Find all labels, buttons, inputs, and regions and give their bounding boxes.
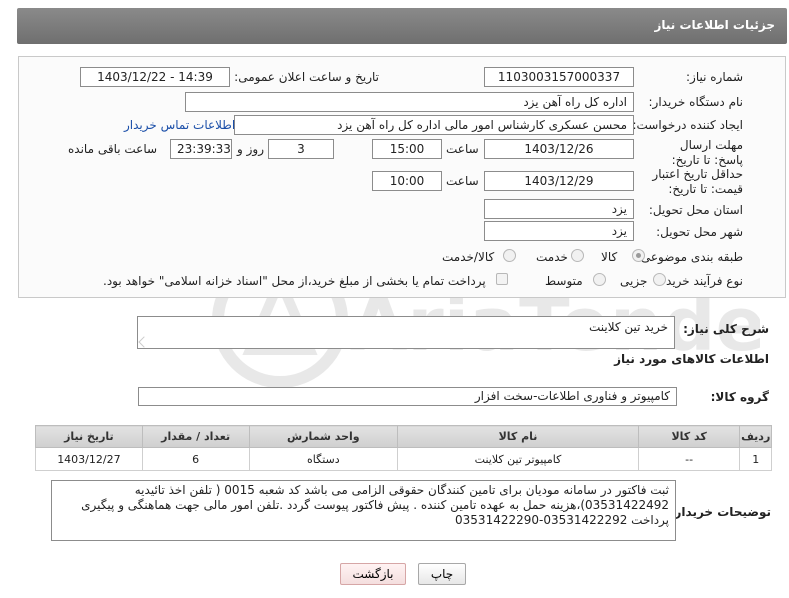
category-radio-goods-service[interactable] — [503, 249, 516, 262]
price-validity-date-field: 1403/12/29 — [484, 171, 634, 191]
category-radio-service[interactable] — [571, 249, 584, 262]
buyer-org-field: اداره کل راه آهن یزد — [185, 92, 634, 112]
table-row: 1 -- کامپیوتر تین کلاینت دستگاه 6 1403/1… — [35, 447, 772, 471]
goods-table: ردیف کد کالا نام کالا واحد شمارش تعداد /… — [35, 425, 772, 471]
category-option-goods: کالا — [601, 250, 618, 264]
category-option-service: خدمت — [536, 250, 568, 264]
delivery-city-label: شهر محل تحویل: — [656, 225, 743, 239]
goods-group-field: کامپیوتر و فناوری اطلاعات-سخت افزار — [138, 387, 677, 406]
table-header-row: ردیف کد کالا نام کالا واحد شمارش تعداد /… — [35, 425, 772, 448]
price-validity-time-field: 10:00 — [372, 171, 442, 191]
purchase-type-radio-minor[interactable] — [653, 273, 666, 286]
reply-deadline-time-field: 15:00 — [372, 139, 442, 159]
page-header: جزئیات اطلاعات نیاز — [17, 8, 787, 44]
col-row-number: ردیف — [739, 425, 772, 448]
purchase-type-option-minor: جزیی — [620, 274, 648, 288]
purchase-type-radio-medium[interactable] — [593, 273, 606, 286]
price-validity-label: حداقل تاریخ اعتبار قیمت: تا تاریخ: — [652, 167, 743, 196]
need-number-label: شماره نیاز: — [686, 70, 743, 84]
days-field: 3 — [268, 139, 334, 159]
requester-label: ایجاد کننده درخواست: — [632, 118, 743, 132]
delivery-province-label: استان محل تحویل: — [648, 203, 743, 217]
cell-unit: دستگاه — [248, 447, 399, 471]
need-number-field: 1103003157000337 — [484, 67, 634, 87]
announce-datetime-field: 1403/12/22 - 14:39 — [80, 67, 230, 87]
reply-deadline-date-field: 1403/12/26 — [484, 139, 634, 159]
resize-grip-icon — [138, 336, 150, 348]
days-label: روز و — [237, 142, 264, 156]
requester-field: محسن عسکری کارشناس امور مالی اداره کل را… — [234, 115, 634, 135]
buyer-org-label: نام دستگاه خریدار: — [648, 95, 744, 109]
cell-goods-code: -- — [637, 447, 741, 471]
buyer-contact-link[interactable]: اطلاعات تماس خریدار — [124, 118, 235, 132]
delivery-city-field: یزد — [484, 221, 634, 241]
col-goods-name: نام کالا — [397, 425, 639, 448]
goods-group-label: گروه کالا: — [710, 390, 769, 404]
cell-quantity: 6 — [141, 447, 250, 471]
cell-goods-name: کامپیوتر تین کلاینت — [397, 447, 639, 471]
delivery-province-field: یزد — [484, 199, 634, 219]
buyer-notes-label: توضیحات خریدار: — [669, 505, 771, 519]
treasury-payment-checkbox[interactable] — [496, 273, 508, 285]
page-title: جزئیات اطلاعات نیاز — [654, 18, 775, 32]
reply-deadline-label: مهلت ارسال پاسخ: تا تاریخ: — [671, 138, 743, 167]
col-quantity: تعداد / مقدار — [141, 425, 250, 448]
general-desc-label: شرح کلی نیاز: — [683, 322, 769, 336]
col-need-date: تاریخ نیاز — [35, 425, 143, 448]
cell-row-number: 1 — [739, 447, 772, 471]
price-validity-time-label: ساعت — [446, 174, 479, 188]
purchase-type-label: نوع فرآیند خرید : — [658, 274, 743, 288]
category-radio-goods[interactable] — [632, 249, 645, 262]
remaining-time-label: ساعت باقی مانده — [68, 142, 158, 156]
remaining-time-field: 23:39:33 — [170, 139, 232, 159]
general-desc-box: خرید تین کلاینت — [137, 316, 675, 349]
category-option-goods-service: کالا/خدمت — [442, 250, 495, 264]
buyer-notes-box: ثبت فاکتور در سامانه مودیان برای تامین ک… — [51, 480, 676, 541]
treasury-payment-note: پرداخت تمام یا بخشی از مبلغ خرید،از محل … — [103, 274, 486, 288]
general-desc-text: خرید تین کلاینت — [588, 320, 668, 334]
col-goods-code: کد کالا — [637, 425, 741, 448]
reply-deadline-time-label: ساعت — [446, 142, 479, 156]
back-button[interactable]: بازگشت — [340, 563, 406, 585]
category-label: طبقه بندی موضوعی: — [636, 250, 743, 264]
col-unit: واحد شمارش — [248, 425, 399, 448]
print-button[interactable]: چاپ — [418, 563, 466, 585]
goods-section-title: اطلاعات کالاهای مورد نیاز — [614, 352, 769, 366]
announce-datetime-label: تاریخ و ساعت اعلان عمومی: — [234, 70, 379, 84]
purchase-type-option-medium: متوسط — [545, 274, 583, 288]
cell-need-date: 1403/12/27 — [35, 447, 143, 471]
